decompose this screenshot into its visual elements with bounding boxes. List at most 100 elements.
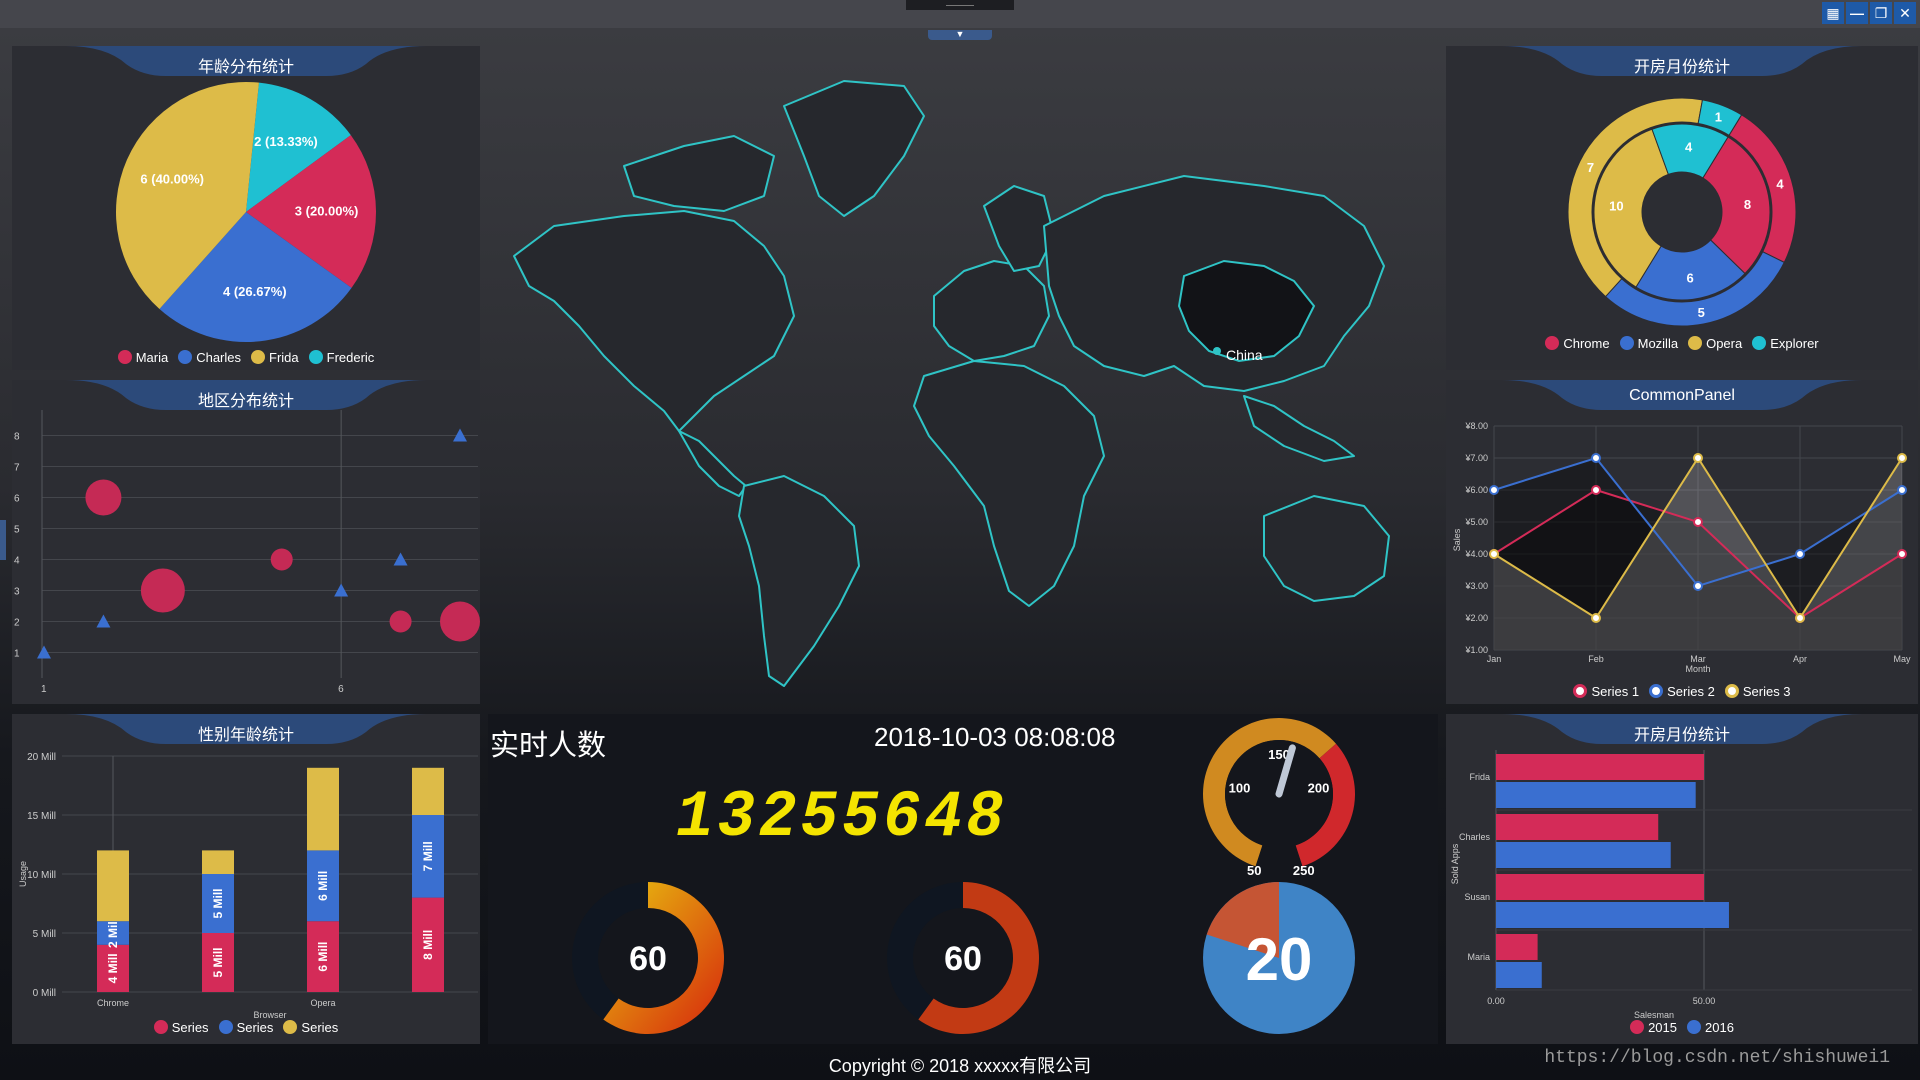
legend-item[interactable]: Series xyxy=(283,1020,338,1035)
top-drag-handle[interactable] xyxy=(906,0,1014,10)
window-controls: ▦ — ❐ ✕ xyxy=(1822,2,1916,24)
y-tick-label: 1 xyxy=(14,649,20,660)
legend-item[interactable]: Mozilla xyxy=(1619,336,1678,351)
expand-toggle[interactable]: ▼ xyxy=(928,30,992,40)
series-point xyxy=(1591,453,1601,463)
map-region-central-america xyxy=(678,430,747,497)
y-tick-label: 3 xyxy=(14,587,20,598)
donut-label: 4 xyxy=(1685,139,1693,154)
gauge-tick-label: 250 xyxy=(1293,863,1315,878)
legend-label: Charles xyxy=(196,350,241,365)
map-region-greenland xyxy=(783,80,925,217)
minimize-icon[interactable]: — xyxy=(1846,2,1868,24)
donut-label: 6 xyxy=(1686,270,1693,285)
x-tick-label: 50.00 xyxy=(1693,996,1716,1006)
legend-swatch xyxy=(1573,684,1588,698)
bar-label: 2 Mill xyxy=(106,918,120,948)
legend-label: Series xyxy=(301,1020,339,1035)
y-axis-label: Sold Apps xyxy=(1450,843,1460,884)
x-tick-label: Chrome xyxy=(97,998,129,1008)
legend-item[interactable]: Series 3 xyxy=(1724,684,1791,699)
chart-legend: Maria Charles Frida Frederic xyxy=(12,350,480,365)
y-tick-label: 2 xyxy=(14,618,20,629)
y-tick-label: Maria xyxy=(1467,952,1490,962)
donut-label: 10 xyxy=(1609,198,1623,213)
map-region-australia xyxy=(1263,495,1390,602)
age-pie-chart: 2 (13.33%) 3 (20.00%) 4 (26.67%) 6 (40.00%) xyxy=(116,82,376,342)
donut-label: 5 xyxy=(1698,305,1705,320)
bar-label: 6 Mill xyxy=(316,942,330,972)
legend-label: Frederic xyxy=(326,350,375,365)
map-region-southeast-asia xyxy=(1243,395,1355,462)
gauge-tick-label: 50 xyxy=(1247,863,1261,878)
legend-item[interactable]: Opera xyxy=(1688,336,1742,351)
donut-label: 1 xyxy=(1715,110,1722,125)
y-tick-label: ¥5.00 xyxy=(1464,517,1488,527)
bar xyxy=(1496,934,1538,960)
side-drawer-handle[interactable] xyxy=(0,520,6,560)
x-tick-label: 0.00 xyxy=(1487,996,1505,1006)
x-axis-label: Salesman xyxy=(1634,1010,1674,1020)
legend-item[interactable]: Series 2 xyxy=(1649,684,1715,699)
close-icon[interactable]: ✕ xyxy=(1894,2,1916,24)
x-axis-label: Browser xyxy=(253,1010,286,1020)
legend-item[interactable]: 2016 xyxy=(1687,1020,1734,1035)
y-tick-label: 6 xyxy=(14,494,20,505)
series-point xyxy=(1591,613,1601,623)
legend-item[interactable]: Series xyxy=(218,1020,273,1035)
restore-icon[interactable]: ❐ xyxy=(1870,2,1892,24)
chart-legend: Series 1 Series 2 Series 3 xyxy=(1446,684,1918,699)
legend-swatch xyxy=(117,350,132,364)
donut-label: 4 xyxy=(1776,177,1784,192)
pie-big-value: 20 xyxy=(1246,926,1313,993)
legend-item[interactable]: Charles xyxy=(178,350,241,365)
scatter-point xyxy=(440,601,480,642)
legend-item[interactable]: Frederic xyxy=(308,350,375,365)
legend-swatch xyxy=(251,350,265,364)
bar xyxy=(1496,754,1704,780)
y-tick-label: Charles xyxy=(1459,832,1491,842)
scatter-point xyxy=(140,568,185,613)
y-tick-label: ¥1.00 xyxy=(1464,645,1488,655)
gender-stacked-bar-chart: 0 Mill 5 Mill 10 Mill 15 Mill 20 Mill Usage 4 … xyxy=(18,752,478,1020)
y-tick-label: 4 xyxy=(14,556,20,567)
legend-item[interactable]: Maria xyxy=(117,350,168,365)
legend-label: Opera xyxy=(1706,336,1743,351)
donut-mid-value: 60 xyxy=(944,940,982,978)
stats-gauges: 60 60 2050100150200250 xyxy=(572,717,1355,1034)
bar-label: 8 Mill xyxy=(421,930,435,960)
legend-item[interactable]: 2015 xyxy=(1630,1020,1677,1035)
legend-item[interactable]: Explorer xyxy=(1752,336,1819,351)
y-tick-label: ¥3.00 xyxy=(1464,581,1488,591)
legend-label: 2015 xyxy=(1648,1020,1677,1035)
scatter-point xyxy=(85,479,122,516)
series-point xyxy=(1489,485,1499,495)
series-point xyxy=(1693,581,1703,591)
x-tick-label: Opera xyxy=(310,998,335,1008)
legend-swatch xyxy=(1687,1020,1701,1034)
legend-item[interactable]: Series xyxy=(153,1020,209,1035)
age-distribution-panel: 年龄分布统计 2 (13.33%) 3 (20.00%) 4 (26.67%) 6 (… xyxy=(12,46,480,370)
legend-label: Series 3 xyxy=(1742,684,1791,699)
bar xyxy=(1496,962,1542,988)
donut-label: 7 xyxy=(1587,160,1594,175)
legend-item[interactable]: Frida xyxy=(251,350,299,365)
legend-swatch xyxy=(1545,336,1560,350)
bar-segment xyxy=(97,850,129,922)
legend-swatch xyxy=(1619,336,1634,350)
legend-item[interactable]: Chrome xyxy=(1545,336,1610,351)
world-map[interactable]: China xyxy=(484,46,1444,706)
legend-swatch xyxy=(178,350,193,364)
y-tick-label: 5 Mill xyxy=(33,929,56,940)
browser-month-panel: 开房月份统计 4 5 7 1 8 6 10 4 Chrome Mozilla Opera Explo… xyxy=(1446,46,1918,370)
bar-segment xyxy=(412,767,444,815)
x-axis-label: Month xyxy=(1685,664,1710,674)
gauge-tick-label: 200 xyxy=(1308,781,1330,796)
legend-item[interactable]: Series 1 xyxy=(1573,684,1639,699)
bar-label: 6 Mill xyxy=(316,871,330,901)
y-tick-label: 0 Mill xyxy=(33,988,56,999)
layout-icon[interactable]: ▦ xyxy=(1822,2,1844,24)
pie-slice-label: 6 (40.00%) xyxy=(140,172,204,187)
legend-swatch xyxy=(218,1020,233,1034)
legend-label: 2016 xyxy=(1705,1020,1734,1035)
